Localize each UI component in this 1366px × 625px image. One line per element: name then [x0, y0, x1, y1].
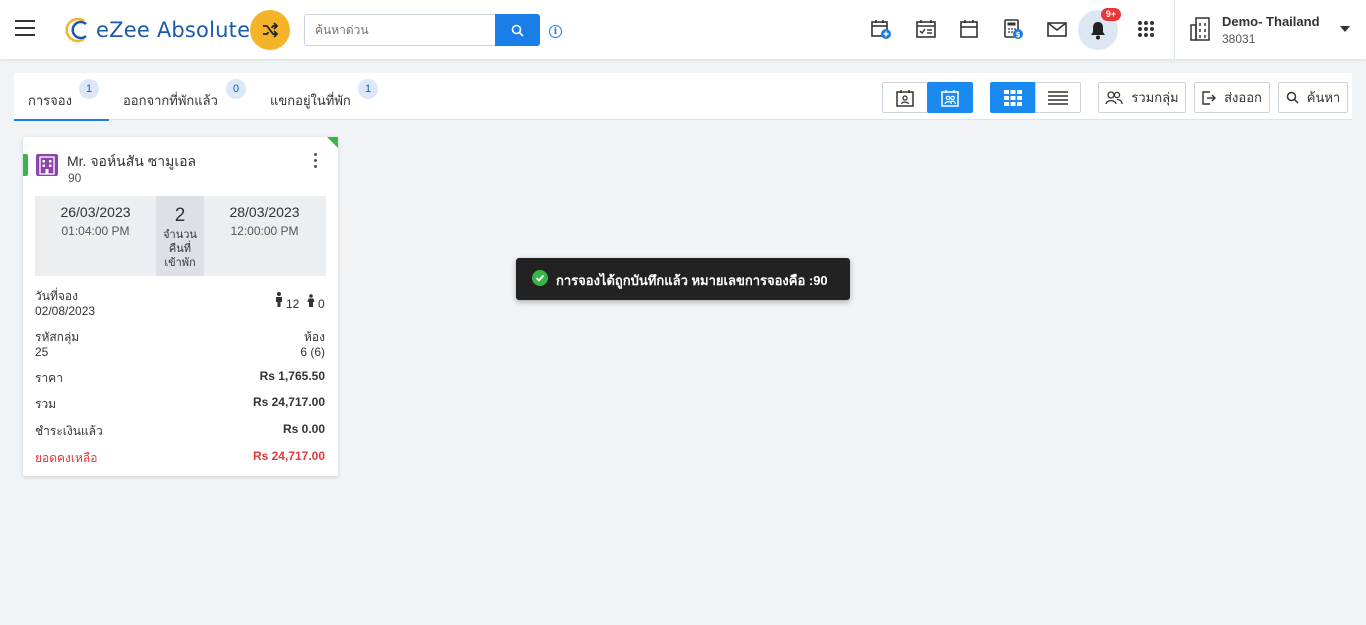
- nights-label: จำนวน คืนที่ เข้าพัก: [163, 229, 197, 269]
- nights-count: 2: [174, 205, 186, 226]
- header-divider: [1174, 0, 1175, 60]
- adult-icon: [276, 292, 282, 307]
- arrival-date: 26/03/2023: [60, 204, 131, 220]
- active-tab-indicator: [14, 119, 109, 121]
- paid-label: ชำระเงินแล้ว: [35, 424, 103, 438]
- paid-value: Rs 0.00: [282, 422, 325, 436]
- hotel-code: 38031: [1222, 32, 1256, 46]
- calendar-person-icon: [896, 89, 914, 107]
- shuffle-button[interactable]: [250, 10, 290, 50]
- success-toast: การจองได้ถูกบันทึกแล้ว หมายเลขการจองคือ …: [516, 258, 850, 300]
- reservation-number: 90: [68, 171, 82, 185]
- list-view-button[interactable]: [1035, 82, 1081, 113]
- guest-name[interactable]: Mr. จอห์นสัน ซามูเอล: [67, 151, 196, 173]
- toolbar-search-button[interactable]: ค้นหา: [1278, 82, 1348, 113]
- svg-text:$: $: [1016, 31, 1021, 39]
- add-reservation-calendar-icon[interactable]: [870, 18, 892, 40]
- tab-count-badge: 0: [226, 79, 246, 99]
- billing-calculator-icon[interactable]: $: [1002, 18, 1024, 40]
- tab-count-badge: 1: [79, 79, 99, 99]
- child-icon: [307, 294, 315, 307]
- tab-reservations[interactable]: การจอง 1: [14, 73, 109, 121]
- search-icon: [1286, 91, 1299, 104]
- hotel-dropdown-caret-icon[interactable]: [1340, 26, 1350, 32]
- apps-grid-icon[interactable]: [1138, 21, 1154, 37]
- toast-message: การจองได้ถูกบันทึกแล้ว หมายเลขการจองคือ …: [556, 273, 828, 288]
- total-value: Rs 24,717.00: [252, 395, 325, 409]
- balance-value: Rs 24,717.00: [252, 449, 325, 463]
- top-header: eZee Absolute i: [0, 0, 1366, 60]
- group-by-label: รวมกลุ่ม: [1131, 90, 1179, 105]
- export-icon: [1202, 90, 1217, 105]
- tab-in-house[interactable]: แขกอยู่ในที่พัก 1: [256, 73, 386, 120]
- shuffle-icon: [263, 22, 279, 38]
- booking-card[interactable]: Mr. จอห์นสัน ซามูเอล 90 26/03/2023 01:04…: [23, 137, 338, 476]
- logo-text: eZee Absolute: [96, 18, 251, 42]
- hotel-name[interactable]: Demo- Thailand: [1222, 14, 1320, 29]
- quick-search-input[interactable]: [304, 14, 496, 46]
- menu-icon[interactable]: [15, 20, 35, 38]
- company-building-icon: [36, 154, 58, 176]
- check-circle-icon: [532, 270, 548, 286]
- grid-view-button[interactable]: [990, 82, 1036, 113]
- tab-count-badge: 1: [358, 79, 378, 99]
- nights-box: 2 จำนวน คืนที่ เข้าพัก: [156, 196, 204, 276]
- building-icon: [1190, 17, 1210, 41]
- check-calendar-icon[interactable]: [915, 18, 937, 40]
- export-button[interactable]: ส่งออก: [1194, 82, 1270, 113]
- search-icon: [511, 24, 524, 37]
- child-count: 0: [318, 297, 325, 311]
- tab-label: แขกอยู่ในที่พัก: [270, 93, 351, 108]
- calendar-group-icon: [941, 89, 959, 107]
- app-logo[interactable]: eZee Absolute: [64, 14, 250, 46]
- search-button[interactable]: [495, 14, 540, 46]
- rate-label: ราคา: [35, 371, 63, 385]
- total-label: รวม: [35, 397, 57, 411]
- calendar-icon[interactable]: [958, 18, 980, 40]
- adult-count: 12: [286, 297, 300, 311]
- search-label: ค้นหา: [1306, 90, 1341, 105]
- bell-icon: [1091, 22, 1105, 40]
- stay-dates: 26/03/2023 01:04:00 PM 2 จำนวน คืนที่ เข…: [35, 196, 326, 276]
- group-view-button[interactable]: [927, 82, 973, 113]
- departure-date: 28/03/2023: [229, 204, 300, 220]
- more-options-icon[interactable]: [310, 153, 320, 171]
- ezee-logo-icon: [65, 17, 87, 43]
- tab-checked-out[interactable]: ออกจากที่พักแล้ว 0: [109, 73, 256, 120]
- room-value: 6 (6): [300, 345, 325, 359]
- group-by-button[interactable]: รวมกลุ่ม: [1098, 82, 1186, 113]
- tab-label: การจอง: [28, 93, 72, 108]
- mail-icon[interactable]: [1046, 18, 1068, 40]
- list-toolbar: การจอง 1 ออกจากที่พักแล้ว 0 แขกอยู่ในที่…: [14, 73, 1352, 121]
- group-code: 25: [35, 345, 49, 359]
- list-icon: [1048, 90, 1068, 105]
- export-label: ส่งออก: [1224, 90, 1262, 105]
- balance-label: ยอดคงเหลือ: [35, 451, 98, 465]
- booking-date: 02/08/2023: [35, 304, 96, 318]
- users-icon: [1105, 90, 1124, 104]
- rate-value: Rs 1,765.50: [259, 369, 325, 383]
- status-indicator: [23, 154, 28, 176]
- info-icon[interactable]: i: [549, 25, 562, 38]
- arrival-time: 01:04:00 PM: [61, 224, 130, 238]
- notification-badge: 9+: [1101, 8, 1121, 21]
- grid-icon: [1004, 89, 1022, 106]
- departure-time: 12:00:00 PM: [230, 224, 299, 238]
- tab-label: ออกจากที่พักแล้ว: [123, 93, 218, 108]
- guest-view-button[interactable]: [882, 82, 928, 113]
- status-corner: [327, 137, 338, 148]
